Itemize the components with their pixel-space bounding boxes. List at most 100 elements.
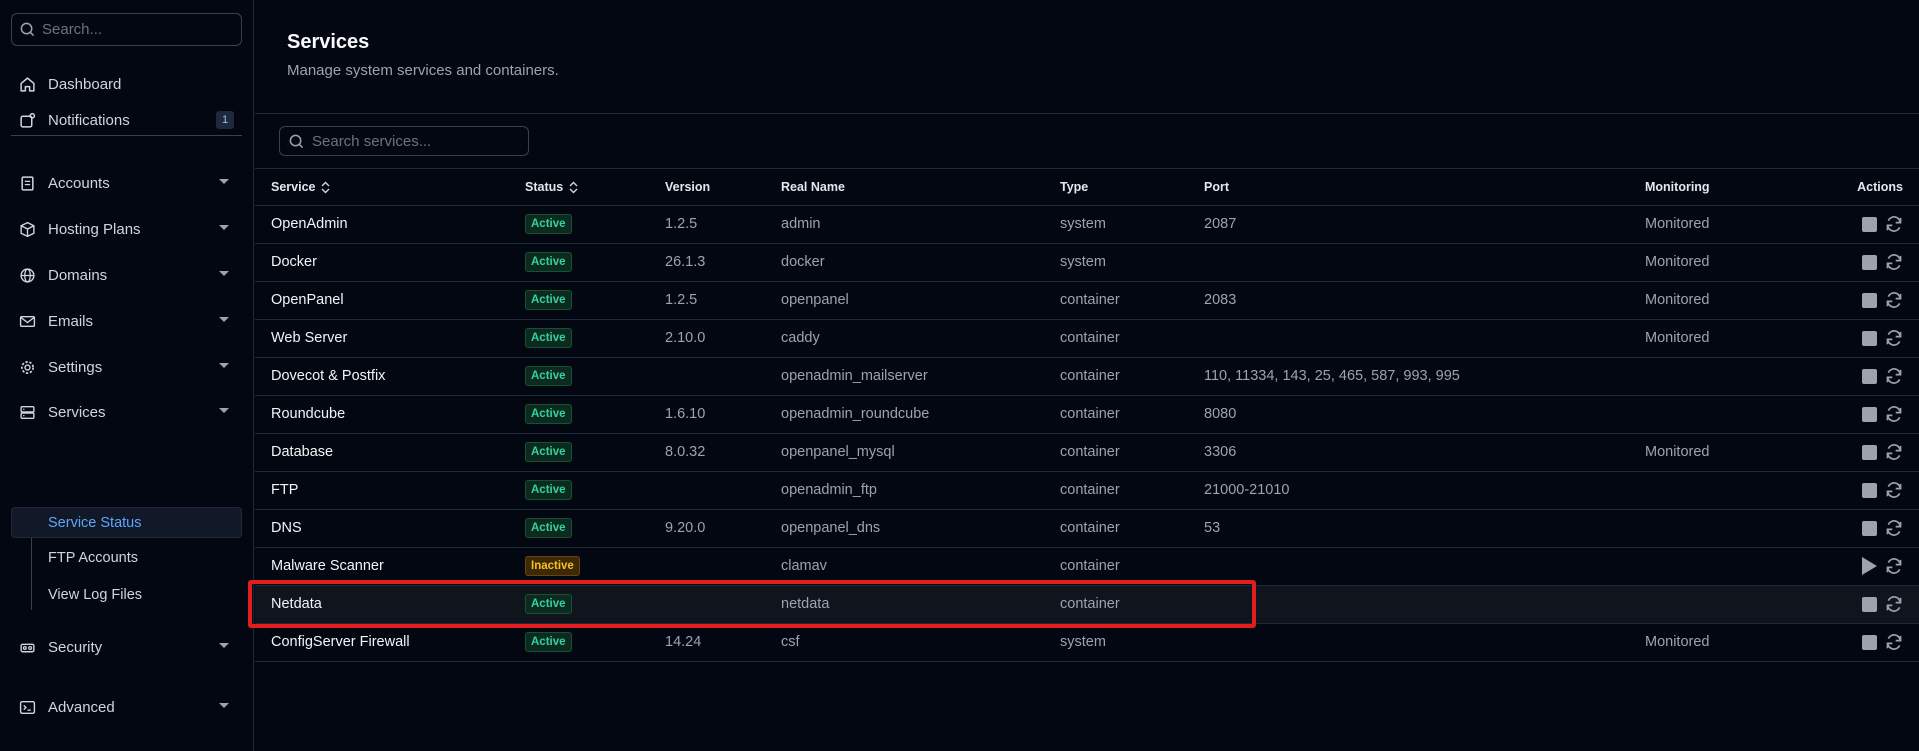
cell-type: system [1060,205,1204,244]
page-subtitle: Manage system services and containers. [287,62,559,79]
restart-icon[interactable] [1885,253,1903,271]
chevron-down-icon [219,408,229,413]
cell-monitoring [1645,395,1835,434]
nav-accounts-label: Accounts [48,174,110,192]
restart-icon[interactable] [1885,633,1903,651]
stop-icon[interactable] [1862,596,1877,612]
restart-icon[interactable] [1885,367,1903,385]
cell-status: Active [525,395,665,434]
nav-services[interactable]: Services [11,397,242,427]
table-row: Malware Scanner Inactive clamav container [255,547,1919,586]
stop-icon[interactable] [1862,406,1877,422]
status-badge: Active [525,290,572,310]
cell-service: DNS [255,509,525,548]
cell-service: Roundcube [255,395,525,434]
sidebar-item-service-status[interactable]: Service Status [11,507,242,538]
sidebar-item-ftp-accounts[interactable]: FTP Accounts [48,547,138,569]
restart-icon[interactable] [1885,215,1903,233]
cell-service: Docker [255,243,525,282]
server-icon [19,404,36,421]
cell-type: container [1060,319,1204,358]
cell-status: Active [525,319,665,358]
cell-monitoring: Monitored [1645,281,1835,320]
nav-accounts[interactable]: Accounts [11,168,242,198]
nav-settings[interactable]: Settings [11,352,242,382]
stop-icon[interactable] [1862,482,1877,498]
page-title: Services [287,31,370,53]
search-icon [20,22,35,37]
restart-icon[interactable] [1885,519,1903,537]
nav-security[interactable]: Security [11,632,242,662]
nav-dashboard[interactable]: Dashboard [11,69,242,99]
gear-icon [19,359,36,376]
chevron-down-icon [219,363,229,368]
terminal-icon [19,699,36,716]
restart-icon[interactable] [1885,443,1903,461]
restart-icon[interactable] [1885,595,1903,613]
table-row: Dovecot & Postfix Active openadmin_mailser… [255,357,1919,396]
nav-notifications[interactable]: Notifications 1 [11,105,242,135]
stop-icon[interactable] [1862,330,1877,346]
cell-actions [1835,243,1919,282]
cell-real-name: openpanel [781,281,1060,320]
cell-type: container [1060,281,1204,320]
submenu-line [31,538,32,610]
cell-port: 21000-21010 [1204,471,1645,510]
table-row: OpenPanel Active 1.2.5 openpanel container 20… [255,281,1919,320]
sidebar-search-input[interactable]: Search... [11,13,242,46]
cell-actions [1835,623,1919,662]
cell-port [1204,585,1645,624]
cell-real-name: openadmin_mailserver [781,357,1060,396]
restart-icon[interactable] [1885,405,1903,423]
cell-port: 3306 [1204,433,1645,472]
start-icon[interactable] [1862,557,1877,575]
cell-actions [1835,433,1919,472]
chevron-down-icon [219,703,229,708]
nav-advanced-label: Advanced [48,698,115,716]
restart-icon[interactable] [1885,329,1903,347]
nav-advanced[interactable]: Advanced [11,692,242,722]
restart-icon[interactable] [1885,557,1903,575]
accounts-icon [19,175,36,192]
nav-emails[interactable]: Emails [11,306,242,336]
cell-monitoring [1645,357,1835,396]
services-search-input[interactable]: Search services... [279,126,529,156]
cell-port: 110, 11334, 143, 25, 465, 587, 993, 995 [1204,357,1645,396]
stop-icon[interactable] [1862,254,1877,270]
cell-actions [1835,471,1919,510]
cell-real-name: openpanel_dns [781,509,1060,548]
stop-icon[interactable] [1862,216,1877,232]
cell-monitoring [1645,509,1835,548]
col-service[interactable]: Service [255,169,525,206]
restart-icon[interactable] [1885,291,1903,309]
col-status-label: Status [525,179,564,194]
stop-icon[interactable] [1862,292,1877,308]
cell-monitoring: Monitored [1645,319,1835,358]
cell-version [665,357,781,396]
col-service-label: Service [271,179,316,194]
stop-icon[interactable] [1862,634,1877,650]
cell-actions [1835,547,1919,586]
cell-real-name: csf [781,623,1060,662]
sort-icon [321,181,330,194]
nav-hosting-plans[interactable]: Hosting Plans [11,214,242,244]
cell-real-name: clamav [781,547,1060,586]
stop-icon[interactable] [1862,444,1877,460]
home-icon [19,76,36,93]
restart-icon[interactable] [1885,481,1903,499]
col-status[interactable]: Status [525,169,665,206]
nav-domains[interactable]: Domains [11,260,242,290]
status-badge: Active [525,594,572,614]
status-badge: Active [525,366,572,386]
notifications-count-badge: 1 [216,111,234,129]
table-row: Docker Active 26.1.3 docker system Monitored [255,243,1919,282]
sidebar-item-view-log-files[interactable]: View Log Files [48,584,142,606]
nav-dashboard-label: Dashboard [48,75,122,93]
cell-service: ConfigServer Firewall [255,623,525,662]
cell-version [665,585,781,624]
header-divider [255,113,1919,114]
stop-icon[interactable] [1862,368,1877,384]
cell-monitoring: Monitored [1645,243,1835,282]
cell-real-name: openpanel_mysql [781,433,1060,472]
stop-icon[interactable] [1862,520,1877,536]
